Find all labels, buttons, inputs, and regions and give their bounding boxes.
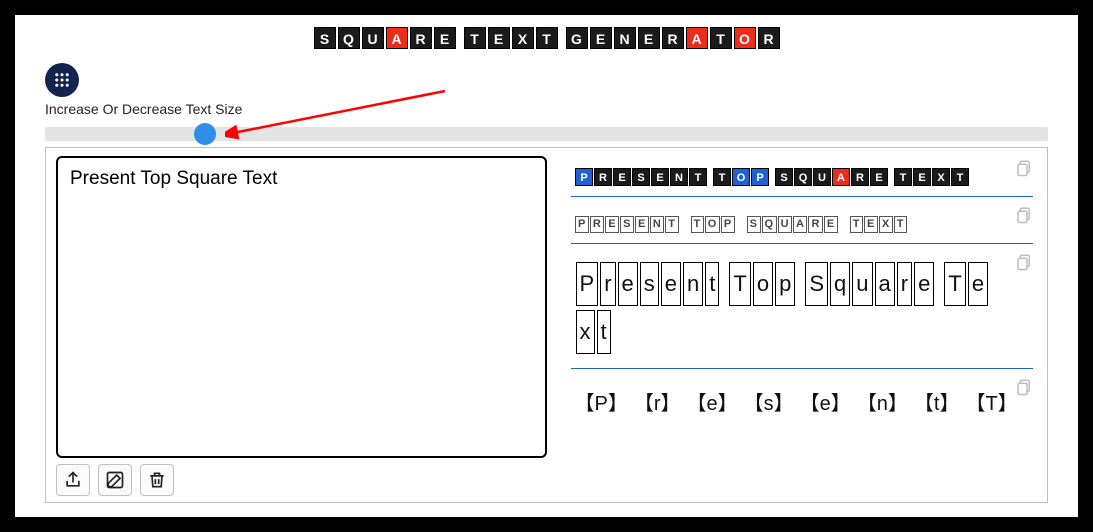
output-style-4: 【P】【r】【e】【s】【e】【n】【t】【T】 xyxy=(571,375,1034,426)
copy-icon xyxy=(1015,377,1033,397)
share-icon xyxy=(63,470,83,490)
edit-icon xyxy=(105,470,125,490)
trash-icon xyxy=(147,470,167,490)
slider-thumb[interactable] xyxy=(194,123,216,145)
copy-button[interactable] xyxy=(1015,205,1033,225)
grid-button[interactable] xyxy=(45,63,79,97)
output-style-2: PRESENTTOPSQUARETEXT xyxy=(571,203,1034,244)
app-title: SQUARETEXTGENERATOR xyxy=(33,27,1060,49)
share-button[interactable] xyxy=(56,464,90,496)
toolbar xyxy=(56,458,1037,496)
output-style-3: PresentTopSquareText xyxy=(571,250,1034,369)
copy-button[interactable] xyxy=(1015,252,1033,272)
edit-button[interactable] xyxy=(98,464,132,496)
main-panel: PRESENTTOPSQUARETEXT PRESENTTOPSQUARETEX… xyxy=(45,147,1048,503)
trash-button[interactable] xyxy=(140,464,174,496)
copy-button[interactable] xyxy=(1015,158,1033,178)
slider-label: Increase Or Decrease Text Size xyxy=(45,101,242,117)
copy-icon xyxy=(1015,252,1033,272)
copy-button[interactable] xyxy=(1015,377,1033,397)
copy-icon xyxy=(1015,158,1033,178)
copy-icon xyxy=(1015,205,1033,225)
text-size-slider[interactable] xyxy=(45,127,1048,141)
input-container xyxy=(56,156,547,458)
output-style-1: PRESENTTOPSQUARETEXT xyxy=(571,156,1034,197)
output-list[interactable]: PRESENTTOPSQUARETEXT PRESENTTOPSQUARETEX… xyxy=(571,156,1038,458)
grid-icon xyxy=(53,71,71,89)
text-input[interactable] xyxy=(70,168,533,446)
